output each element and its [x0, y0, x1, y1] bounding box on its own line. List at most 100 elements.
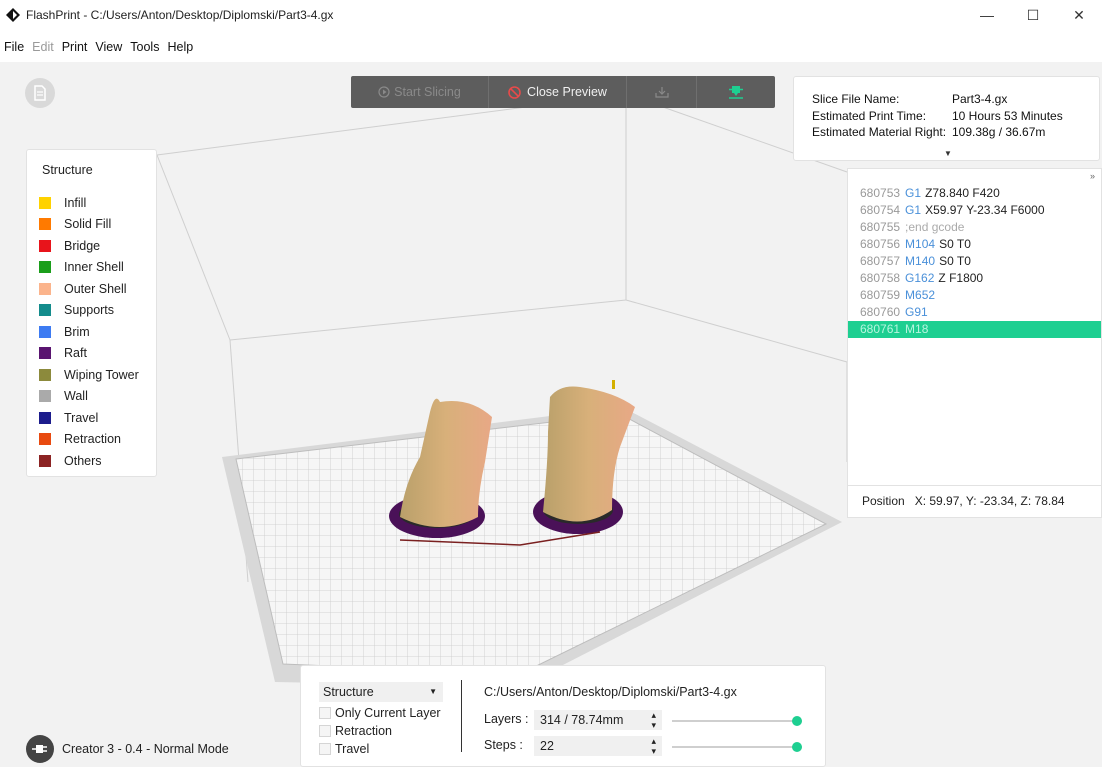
slice-file-name-label: Slice File Name: [812, 92, 900, 106]
legend-swatch [39, 261, 51, 274]
gcode-line[interactable]: 680760 G91 [848, 304, 1101, 321]
legend-label: Infill [64, 195, 87, 210]
only-current-layer-checkbox[interactable]: Only Current Layer [319, 706, 441, 720]
gcode-line-number: 680759 [860, 288, 901, 302]
legend-item: Retraction [39, 429, 139, 451]
legend-swatch [39, 411, 51, 424]
start-slicing-label: Start Slicing [394, 85, 461, 99]
print-time-value: 10 Hours 53 Minutes [952, 108, 1063, 123]
printer-connect-icon[interactable] [26, 735, 54, 763]
gcode-args: S0 T0 [939, 237, 971, 251]
spin-arrows-icon[interactable]: ▴ ▾ [651, 710, 656, 730]
legend-item: Raft [39, 343, 139, 365]
legend-swatch [39, 304, 51, 317]
legend-label: Wall [64, 389, 88, 404]
legend-label: Bridge [64, 238, 101, 253]
menu-bar: File Edit Print View Tools Help [0, 40, 193, 60]
legend-swatch [39, 454, 51, 467]
minimize-button[interactable]: — [964, 0, 1010, 30]
retraction-checkbox[interactable]: Retraction [319, 724, 392, 738]
menu-file[interactable]: File [4, 40, 24, 60]
checkbox-box[interactable] [319, 707, 331, 719]
document-button[interactable] [25, 78, 55, 108]
legend-label: Brim [64, 324, 90, 339]
menu-tools[interactable]: Tools [130, 40, 159, 60]
travel-label: Travel [335, 742, 370, 756]
legend-item: Others [39, 450, 139, 472]
gcode-line-number: 680754 [860, 203, 901, 217]
gcode-command: G91 [905, 305, 928, 319]
legend-swatch [39, 282, 51, 295]
close-preview-button[interactable]: Close Preview [489, 76, 627, 108]
print-button[interactable] [697, 76, 775, 108]
gcode-args: Z F1800 [938, 271, 984, 285]
checkbox-box[interactable] [319, 725, 331, 737]
legend-item: Bridge [39, 235, 139, 257]
wipe-marker [612, 380, 615, 389]
print-nozzle-icon [729, 86, 743, 99]
structure-dropdown[interactable]: Structure ▼ [319, 682, 443, 702]
export-icon [654, 87, 669, 98]
legend-label: Outer Shell [64, 281, 127, 296]
legend-label: Travel [64, 410, 99, 425]
gcode-line[interactable]: 680761 M18 [848, 321, 1101, 338]
steps-label: Steps : [484, 738, 523, 752]
layers-slider[interactable] [672, 716, 802, 726]
legend-item: Wiping Tower [39, 364, 139, 386]
steps-slider-knob[interactable] [792, 742, 802, 752]
gcode-line-number: 680755 [860, 220, 901, 234]
steps-value: 22 [540, 739, 554, 753]
maximize-button[interactable]: ☐ [1010, 0, 1056, 30]
structure-dropdown-value: Structure [323, 685, 374, 699]
gcode-command: M18 [905, 322, 929, 336]
layers-slider-knob[interactable] [792, 716, 802, 726]
layers-spinbox[interactable]: 314 / 78.74mm ▴ ▾ [534, 710, 662, 730]
travel-checkbox[interactable]: Travel [319, 742, 369, 756]
gcode-command: G162 [905, 271, 935, 285]
export-button[interactable] [627, 76, 697, 108]
file-path: C:/Users/Anton/Desktop/Diplomski/Part3-4… [484, 685, 737, 699]
gcode-line[interactable]: 680759 M652 [848, 287, 1101, 304]
gcode-comment: ;end gcode [905, 220, 965, 234]
steps-spinbox[interactable]: 22 ▴ ▾ [534, 736, 662, 756]
menu-view[interactable]: View [95, 40, 122, 60]
layers-value: 314 / 78.74mm [540, 713, 624, 727]
collapse-caret-icon[interactable]: ▼ [944, 149, 952, 158]
gcode-panel: » 680753 G1 Z78.840 F420 680754 G1 X59.97 Y-2… [847, 168, 1102, 518]
gcode-command: G1 [905, 203, 922, 217]
gcode-line[interactable]: 680758 G162 Z F1800 [848, 270, 1101, 287]
legend-label: Supports [64, 303, 115, 318]
legend-label: Raft [64, 346, 87, 361]
menu-help[interactable]: Help [167, 40, 193, 60]
gcode-command: M140 [905, 254, 936, 268]
document-icon [34, 85, 46, 101]
gcode-line-number: 680753 [860, 186, 901, 200]
only-current-layer-label: Only Current Layer [335, 706, 441, 720]
gcode-line[interactable]: 680756 M104 S0 T0 [848, 236, 1101, 253]
gcode-line[interactable]: 680754 G1 X59.97 Y-23.34 F6000 [848, 202, 1101, 219]
menu-print[interactable]: Print [62, 40, 88, 60]
gcode-args: S0 T0 [939, 254, 971, 268]
legend-item: Inner Shell [39, 257, 139, 279]
steps-slider[interactable] [672, 742, 802, 752]
gcode-args: X59.97 Y-23.34 F6000 [925, 203, 1045, 217]
gcode-line[interactable]: 680757 M140 S0 T0 [848, 253, 1101, 270]
legend-item: Outer Shell [39, 278, 139, 300]
legend-label: Wiping Tower [64, 367, 139, 382]
gcode-line[interactable]: 680755 ;end gcode [848, 219, 1101, 236]
play-circle-icon [378, 86, 390, 98]
close-window-button[interactable]: ✕ [1056, 0, 1102, 30]
spin-arrows-icon[interactable]: ▴ ▾ [651, 736, 656, 756]
expand-panel-icon[interactable]: » [1090, 171, 1095, 181]
gcode-line[interactable]: 680753 G1 Z78.840 F420 [848, 185, 1101, 202]
preview-viewport[interactable]: Start Slicing Close Preview Slice File N… [0, 62, 1102, 767]
checkbox-box[interactable] [319, 743, 331, 755]
start-slicing-button[interactable]: Start Slicing [351, 76, 489, 108]
material-value: 109.38g / 36.67m [952, 125, 1046, 139]
machine-status: Creator 3 - 0.4 - Normal Mode [26, 735, 229, 763]
menu-edit[interactable]: Edit [32, 40, 54, 60]
gcode-line-number: 680757 [860, 254, 901, 268]
preview-toolbar: Start Slicing Close Preview [351, 76, 775, 108]
structure-legend: Structure Infill Solid Fill Bridge Inner Sh… [26, 149, 157, 477]
legend-swatch [39, 196, 51, 209]
